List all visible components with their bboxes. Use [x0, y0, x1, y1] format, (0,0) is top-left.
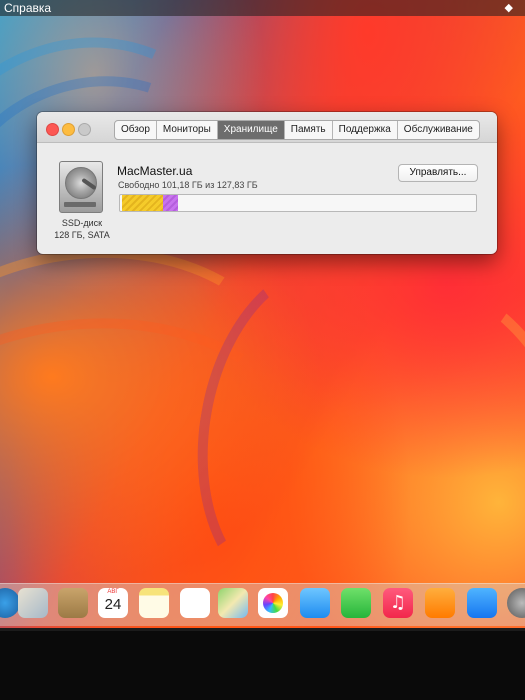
desktop-wallpaper — [0, 0, 525, 628]
storage-panel: SSD-диск 128 ГБ, SATA MacMaster.ua Свобо… — [37, 143, 497, 254]
tab-overview[interactable]: Обзор — [115, 121, 157, 139]
calendar-month: АВГ — [107, 589, 119, 595]
tab-bar: Обзор Мониторы Хранилище Память Поддержк… — [114, 120, 480, 140]
notes-icon[interactable] — [139, 588, 169, 618]
minimize-button[interactable] — [62, 123, 75, 136]
zoom-button[interactable] — [78, 123, 91, 136]
storage-usage-bar[interactable] — [119, 194, 477, 212]
reminders-icon[interactable] — [180, 588, 210, 618]
menu-bar: Справка ◆ — [0, 0, 525, 16]
usage-segment-other[interactable] — [163, 195, 178, 211]
disk-type-label: SSD-диск — [61, 218, 103, 228]
contacts-icon[interactable] — [58, 588, 88, 618]
calendar-icon[interactable]: АВГ 24 — [98, 588, 128, 618]
preview-icon[interactable] — [18, 588, 48, 618]
calendar-day: 24 — [104, 596, 122, 613]
music-icon[interactable]: ♫ — [383, 588, 413, 618]
close-button[interactable] — [46, 123, 59, 136]
usage-segment-apps[interactable] — [122, 195, 163, 211]
books-icon[interactable] — [425, 588, 455, 618]
hard-drive-icon — [59, 161, 103, 213]
window-titlebar[interactable]: Обзор Мониторы Хранилище Память Поддержк… — [37, 112, 497, 143]
facetime-icon[interactable] — [341, 588, 371, 618]
status-icon[interactable]: ◆ — [505, 0, 513, 16]
tab-service[interactable]: Обслуживание — [398, 121, 479, 139]
maps-icon[interactable] — [218, 588, 248, 618]
disk-capacity-label: 128 ГБ, SATA — [54, 230, 110, 240]
screen-bezel — [0, 628, 525, 700]
photos-icon[interactable] — [258, 588, 288, 618]
volume-name: MacMaster.ua — [117, 164, 193, 178]
app-store-icon[interactable] — [467, 588, 497, 618]
manage-button[interactable]: Управлять... — [398, 164, 478, 182]
messages-icon[interactable] — [300, 588, 330, 618]
tab-memory[interactable]: Память — [285, 121, 333, 139]
tab-storage[interactable]: Хранилище — [217, 121, 285, 139]
menu-help[interactable]: Справка — [4, 0, 51, 16]
free-space-text: Свободно 101,18 ГБ из 127,83 ГБ — [118, 180, 258, 190]
about-this-mac-window: Обзор Мониторы Хранилище Память Поддержк… — [37, 112, 497, 254]
tab-support[interactable]: Поддержка — [333, 121, 398, 139]
tab-displays[interactable]: Мониторы — [157, 121, 218, 139]
